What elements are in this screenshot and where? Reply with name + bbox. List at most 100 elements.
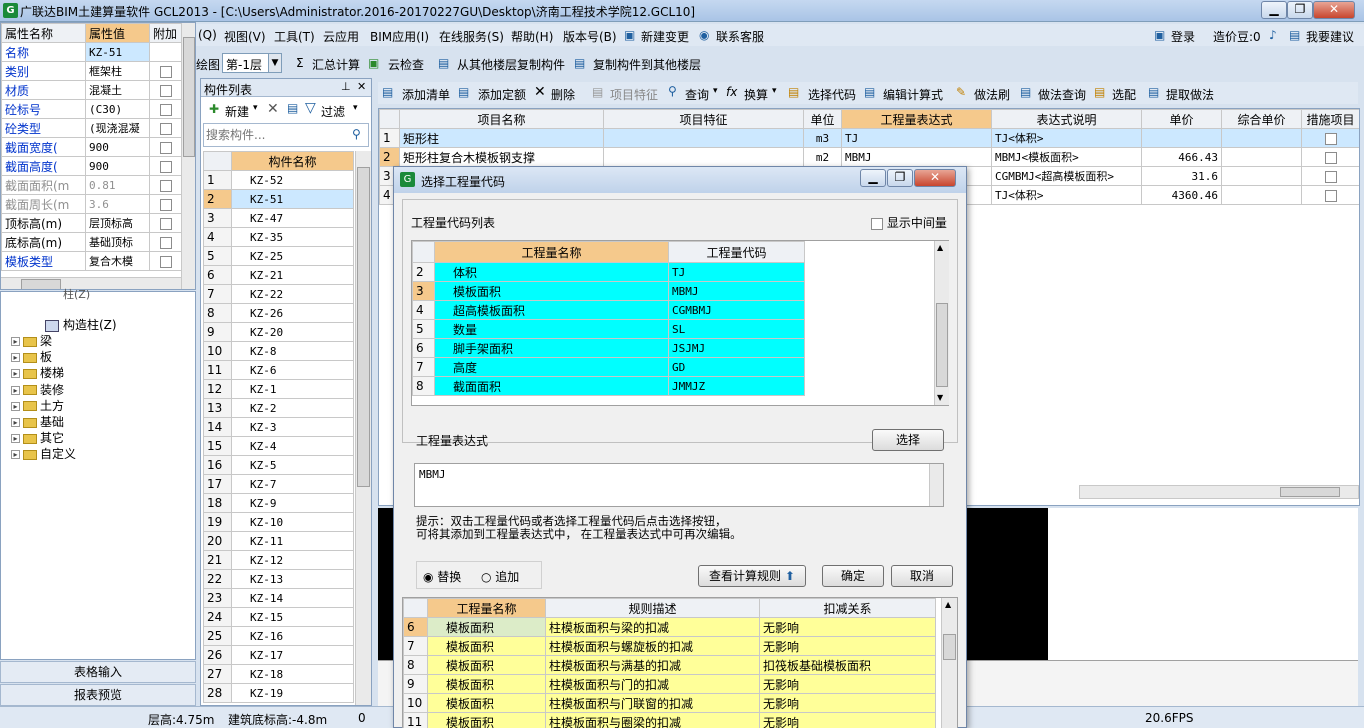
property-row[interactable]: 截面宽度(900	[1, 137, 182, 157]
code-value[interactable]: JMMJZ	[668, 376, 805, 396]
checkbox[interactable]	[159, 103, 172, 116]
code-row[interactable]: 8 截面面积 JMMJZ	[412, 376, 805, 396]
chevron-down-icon[interactable]: ▾	[353, 103, 358, 113]
hscroll-thumb[interactable]	[21, 279, 61, 289]
component-name[interactable]: KZ-52	[231, 170, 354, 190]
quota-price[interactable]: 31.6	[1141, 166, 1222, 186]
panel-close-icon[interactable]: ✕	[357, 80, 366, 93]
component-name[interactable]: KZ-15	[231, 607, 354, 627]
component-row[interactable]: 16 KZ-5	[203, 455, 354, 475]
code-value[interactable]: CGMBMJ	[668, 300, 805, 320]
component-name[interactable]: KZ-25	[231, 246, 354, 266]
component-row[interactable]: 22 KZ-13	[203, 569, 354, 589]
component-name[interactable]: KZ-20	[231, 322, 354, 342]
component-name[interactable]: KZ-17	[231, 645, 354, 665]
scroll-thumb[interactable]	[936, 303, 948, 387]
menu-item-view[interactable]: 视图(V)	[224, 28, 266, 45]
expand-icon[interactable]: ▸	[11, 337, 20, 346]
code-value[interactable]: MBMJ	[668, 281, 805, 301]
quota-measure[interactable]	[1301, 128, 1359, 148]
component-row[interactable]: 17 KZ-7	[203, 474, 354, 494]
cost-beans[interactable]: 造价豆:0	[1213, 28, 1261, 45]
expand-icon[interactable]: ▸	[11, 353, 20, 363]
code-name[interactable]: 截面面积	[434, 376, 669, 396]
checkbox[interactable]	[1324, 151, 1337, 164]
replace-radio[interactable]: ◉ 替换	[423, 568, 461, 585]
quota-row[interactable]: 1 矩形柱 m3 TJ TJ<体积>	[379, 128, 1359, 148]
scroll-thumb[interactable]	[183, 37, 195, 157]
add-quota-button[interactable]: 添加定额	[478, 86, 526, 103]
property-value[interactable]: KZ-51	[85, 42, 150, 62]
expand-icon[interactable]: ▸	[11, 434, 20, 444]
quota-price[interactable]: 4360.46	[1141, 185, 1222, 205]
component-row[interactable]: 10 KZ-8	[203, 341, 354, 361]
component-row[interactable]: 27 KZ-18	[203, 664, 354, 684]
menu-item-tools[interactable]: 工具(T)	[274, 28, 315, 45]
report-preview-button[interactable]: 报表预览	[0, 684, 196, 706]
quota-row[interactable]: 2 矩形柱复合木模板钢支撑 m2 MBMJ MBMJ<模板面积> 466.43	[379, 147, 1359, 167]
property-row[interactable]: 底标高(m) 基础顶标	[1, 232, 182, 252]
checkbox[interactable]	[159, 141, 172, 154]
rule-row[interactable]: 9 模板面积 柱模板面积与门的扣减 无影响	[403, 674, 936, 694]
property-row[interactable]: 截面面积(m 0.81	[1, 175, 182, 195]
checkbox[interactable]	[1324, 189, 1337, 202]
select-code-button[interactable]: 选择代码	[808, 86, 856, 103]
component-row[interactable]: 21 KZ-12	[203, 550, 354, 570]
component-row[interactable]: 6 KZ-21	[203, 265, 354, 285]
component-name[interactable]: KZ-26	[231, 303, 354, 323]
code-value[interactable]: SL	[668, 319, 805, 339]
match-button[interactable]: 选配	[1112, 86, 1136, 103]
append-radio[interactable]: ○ 追加	[481, 568, 519, 585]
quota-unit[interactable]: m3	[803, 128, 842, 148]
tree-folder[interactable]: ▸ 其它	[11, 429, 64, 446]
method-brush-button[interactable]: 做法刷	[974, 86, 1010, 103]
component-row[interactable]: 19 KZ-10	[203, 512, 354, 532]
search-icon[interactable]: ⚲	[352, 127, 361, 141]
expand-icon[interactable]: ▸	[11, 369, 20, 379]
quota-expr[interactable]: MBMJ	[841, 147, 992, 167]
checkbox[interactable]	[871, 217, 883, 230]
expand-icon[interactable]: ▸	[11, 401, 20, 411]
code-name[interactable]: 数量	[434, 319, 669, 339]
minimize-icon[interactable]: ▁	[860, 169, 886, 187]
code-row[interactable]: 5 数量 SL	[412, 319, 805, 339]
suggest-link[interactable]: 我要建议	[1306, 28, 1354, 45]
code-name[interactable]: 模板面积	[434, 281, 669, 301]
scroll-up-icon[interactable]: ▲	[945, 600, 951, 609]
chevron-down-icon[interactable]: ▾	[772, 86, 777, 96]
rule-row[interactable]: 11 模板面积 柱模板面积与圈梁的扣减 无影响	[403, 712, 936, 728]
cancel-button[interactable]: 取消	[891, 565, 953, 587]
component-row[interactable]: 15 KZ-4	[203, 436, 354, 456]
component-row[interactable]: 5 KZ-25	[203, 246, 354, 266]
expr-textarea[interactable]: MBMJ	[414, 463, 944, 507]
expr-scrollbar[interactable]	[929, 464, 943, 506]
expand-icon[interactable]: ▸	[11, 418, 20, 427]
component-name[interactable]: KZ-18	[231, 664, 354, 684]
property-row[interactable]: 顶标高(m) 层顶标高	[1, 213, 182, 233]
method-query-button[interactable]: 做法查询	[1038, 86, 1086, 103]
login-link[interactable]: 登录	[1171, 28, 1195, 45]
property-value[interactable]: 框架柱	[85, 61, 150, 81]
maximize-icon[interactable]: ❐	[1287, 1, 1313, 19]
menu-item-version[interactable]: 版本号(B)	[563, 28, 617, 45]
component-row[interactable]: 25 KZ-16	[203, 626, 354, 646]
code-row[interactable]: 4 超高模板面积 CGMBMJ	[412, 300, 805, 320]
search-input[interactable]	[206, 126, 346, 144]
properties-scrollbar[interactable]	[181, 23, 195, 289]
close-icon[interactable]: ✕	[914, 169, 956, 187]
copy-from-button[interactable]: 从其他楼层复制构件	[457, 56, 565, 73]
maximize-icon[interactable]: ❐	[887, 169, 913, 187]
component-name[interactable]: KZ-12	[231, 550, 354, 570]
code-table-scrollbar[interactable]: ▲ ▼	[934, 241, 949, 405]
component-name[interactable]: KZ-5	[231, 455, 354, 475]
quota-expr[interactable]: TJ	[841, 128, 992, 148]
checkbox[interactable]	[159, 179, 172, 192]
rule-row[interactable]: 6 模板面积 柱模板面积与梁的扣减 无影响	[403, 617, 936, 637]
property-row[interactable]: 截面高度(900	[1, 156, 182, 176]
quota-price[interactable]: 466.43	[1141, 147, 1222, 167]
tree-folder[interactable]: ▸ 板	[11, 348, 52, 365]
chevron-down-icon[interactable]: ▾	[253, 103, 258, 113]
scroll-up-icon[interactable]: ▲	[937, 243, 943, 252]
quota-name[interactable]: 矩形柱复合木模板钢支撑	[399, 147, 604, 167]
property-value[interactable]: (C30)	[85, 99, 150, 119]
